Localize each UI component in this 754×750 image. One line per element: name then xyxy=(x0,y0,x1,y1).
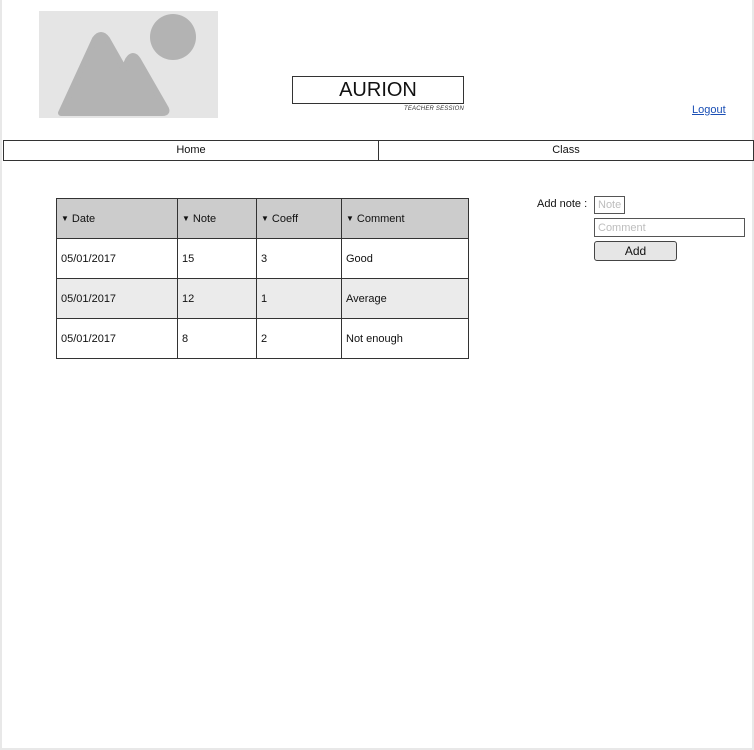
sort-down-icon: ▼ xyxy=(261,213,269,223)
add-button[interactable]: Add xyxy=(594,241,677,261)
grades-table: ▼ Date ▼ Note ▼ Coeff ▼ Comment 05/01/2017 1… xyxy=(56,198,469,359)
cell-comment: Not enough xyxy=(341,318,469,359)
cell-date: 05/01/2017 xyxy=(56,278,178,319)
column-header-label: Note xyxy=(192,212,217,225)
cell-coeff: 2 xyxy=(256,318,342,359)
column-header-note[interactable]: ▼ Note xyxy=(177,198,257,239)
tab-home[interactable]: Home xyxy=(3,140,379,161)
page: AURION TEACHER SESSION Logout Home Class… xyxy=(0,0,754,750)
logo-image xyxy=(39,11,218,118)
sort-down-icon: ▼ xyxy=(182,213,190,223)
cell-note: 12 xyxy=(177,278,257,319)
column-header-comment[interactable]: ▼ Comment xyxy=(341,198,469,239)
session-label: TEACHER SESSION xyxy=(403,106,464,112)
cell-comment: Average xyxy=(341,278,469,319)
cell-date: 05/01/2017 xyxy=(56,318,178,359)
cell-coeff: 3 xyxy=(256,238,342,279)
column-header-date[interactable]: ▼ Date xyxy=(56,198,178,239)
add-note-label: Add note : xyxy=(537,198,588,210)
table-header-row: ▼ Date ▼ Note ▼ Coeff ▼ Comment xyxy=(56,198,469,239)
cell-comment: Good xyxy=(341,238,469,279)
cell-note: 8 xyxy=(177,318,257,359)
sort-down-icon: ▼ xyxy=(346,213,354,223)
column-header-coeff[interactable]: ▼ Coeff xyxy=(256,198,342,239)
sort-down-icon: ▼ xyxy=(61,213,69,223)
column-header-label: Date xyxy=(71,212,96,225)
table-row[interactable]: 05/01/2017 15 3 Good xyxy=(56,238,469,279)
cell-date: 05/01/2017 xyxy=(56,238,178,279)
cell-coeff: 1 xyxy=(256,278,342,319)
column-header-label: Comment xyxy=(356,212,405,225)
app-title: AURION xyxy=(292,76,464,104)
table-row[interactable]: 05/01/2017 8 2 Not enough xyxy=(56,318,469,359)
column-header-label: Coeff xyxy=(271,212,299,225)
image-placeholder-icon xyxy=(58,14,196,116)
table-row[interactable]: 05/01/2017 12 1 Average xyxy=(56,278,469,319)
main-nav: Home Class xyxy=(3,140,754,161)
note-input[interactable] xyxy=(594,196,625,214)
tab-class[interactable]: Class xyxy=(379,140,754,161)
cell-note: 15 xyxy=(177,238,257,279)
comment-input[interactable] xyxy=(594,218,745,237)
logout-link[interactable]: Logout xyxy=(692,104,726,116)
